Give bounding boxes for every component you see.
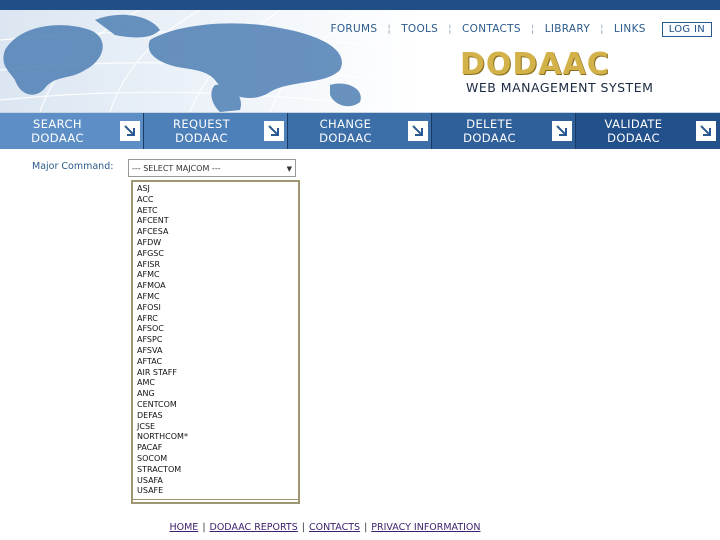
- dropdown-caret-icon: ▼: [286, 165, 292, 173]
- majcom-option[interactable]: AFMC: [137, 270, 298, 281]
- majcom-option[interactable]: PACAF: [137, 443, 298, 454]
- nav-link-contacts[interactable]: CONTACTS: [452, 23, 531, 35]
- login-button[interactable]: LOG IN: [661, 21, 712, 37]
- majcom-option[interactable]: JCSE: [137, 422, 298, 433]
- nav-link-tools[interactable]: TOOLS: [391, 23, 448, 35]
- main-navigation: SEARCH DODAAC REQUEST DODAAC CHANGE DODAAC …: [0, 113, 720, 149]
- top-strip: [0, 0, 720, 10]
- divider: |: [301, 522, 305, 533]
- majcom-option[interactable]: ACC: [137, 195, 298, 206]
- majcom-option[interactable]: STRACTOM: [137, 465, 298, 476]
- majcom-option[interactable]: CENTCOM: [137, 400, 298, 411]
- delete-dodaac-button[interactable]: DELETE DODAAC: [432, 113, 576, 149]
- majcom-option[interactable]: AFCENT: [137, 216, 298, 227]
- majcom-option[interactable]: AFRC: [137, 314, 298, 325]
- select-value: --- SELECT MAJCOM ---: [132, 164, 221, 173]
- majcom-option[interactable]: AFTAC: [137, 357, 298, 368]
- nav-link-links[interactable]: LINKS: [604, 23, 656, 35]
- divider: |: [364, 522, 368, 533]
- button-label: SEARCH DODAAC: [31, 117, 84, 145]
- majcom-option[interactable]: AFSOC: [137, 324, 298, 335]
- majcom-option[interactable]: AFSPC: [137, 335, 298, 346]
- majcom-option[interactable]: AFSVA: [137, 346, 298, 357]
- majcom-option[interactable]: NORTHCOM*: [137, 432, 298, 443]
- arrow-down-right-icon: [264, 121, 284, 141]
- validate-dodaac-button[interactable]: VALIDATE DODAAC: [576, 113, 720, 149]
- footer-link-contacts[interactable]: CONTACTS: [309, 522, 360, 533]
- majcom-option[interactable]: SOCOM: [137, 454, 298, 465]
- majcom-option[interactable]: AFMC: [137, 292, 298, 303]
- site-header: FORUMS ¦ TOOLS ¦ CONTACTS ¦ LIBRARY ¦ LI…: [0, 10, 720, 113]
- search-dodaac-button[interactable]: SEARCH DODAAC: [0, 113, 144, 149]
- majcom-option[interactable]: USAFA: [137, 476, 298, 487]
- nav-link-library[interactable]: LIBRARY: [535, 23, 600, 35]
- site-subtitle: WEB MANAGEMENT SYSTEM: [466, 80, 654, 95]
- majcom-option[interactable]: AFISR: [137, 260, 298, 271]
- majcom-option[interactable]: USAFE: [137, 486, 298, 497]
- arrow-down-right-icon: [408, 121, 428, 141]
- majcom-option[interactable]: AFCESA: [137, 227, 298, 238]
- majcom-option[interactable]: AETC: [137, 206, 298, 217]
- majcom-option[interactable]: ANG: [137, 389, 298, 400]
- arrow-down-right-icon: [120, 121, 140, 141]
- request-dodaac-button[interactable]: REQUEST DODAAC: [144, 113, 288, 149]
- majcom-option[interactable]: ASJ: [137, 184, 298, 195]
- footer-link-home[interactable]: HOME: [169, 522, 198, 533]
- top-navigation: FORUMS ¦ TOOLS ¦ CONTACTS ¦ LIBRARY ¦ LI…: [321, 20, 712, 38]
- majcom-option[interactable]: DEFAS: [137, 411, 298, 422]
- majcom-option[interactable]: AMC: [137, 378, 298, 389]
- footer-links: HOME | DODAAC REPORTS | CONTACTS | PRIVACY INF…: [0, 522, 650, 533]
- divider: |: [202, 522, 206, 533]
- majcom-option[interactable]: AFOSI: [137, 303, 298, 314]
- majcom-options-list[interactable]: ASJ ACC AETC AFCENT AFCESA AFDW AFGSC AFISR AFMC…: [131, 180, 300, 504]
- dodaac-logo: DODAAC: [460, 47, 610, 82]
- majcom-option[interactable]: AFDW: [137, 238, 298, 249]
- divider: [133, 499, 298, 500]
- major-command-label: Major Command:: [32, 161, 114, 172]
- button-label: REQUEST DODAAC: [172, 117, 231, 145]
- button-label: CHANGE DODAAC: [319, 117, 372, 145]
- majcom-option[interactable]: AIR STAFF: [137, 368, 298, 379]
- majcom-option[interactable]: AFMOA: [137, 281, 298, 292]
- majcom-option[interactable]: AFGSC: [137, 249, 298, 260]
- arrow-down-right-icon: [696, 121, 716, 141]
- arrow-down-right-icon: [552, 121, 572, 141]
- button-label: DELETE DODAAC: [463, 117, 516, 145]
- nav-link-forums[interactable]: FORUMS: [321, 23, 388, 35]
- majcom-select[interactable]: --- SELECT MAJCOM --- ▼: [128, 159, 296, 177]
- footer-link-privacy-information[interactable]: PRIVACY INFORMATION: [371, 522, 480, 533]
- change-dodaac-button[interactable]: CHANGE DODAAC: [288, 113, 432, 149]
- footer-link-dodaac-reports[interactable]: DODAAC REPORTS: [210, 522, 298, 533]
- button-label: VALIDATE DODAAC: [604, 117, 663, 145]
